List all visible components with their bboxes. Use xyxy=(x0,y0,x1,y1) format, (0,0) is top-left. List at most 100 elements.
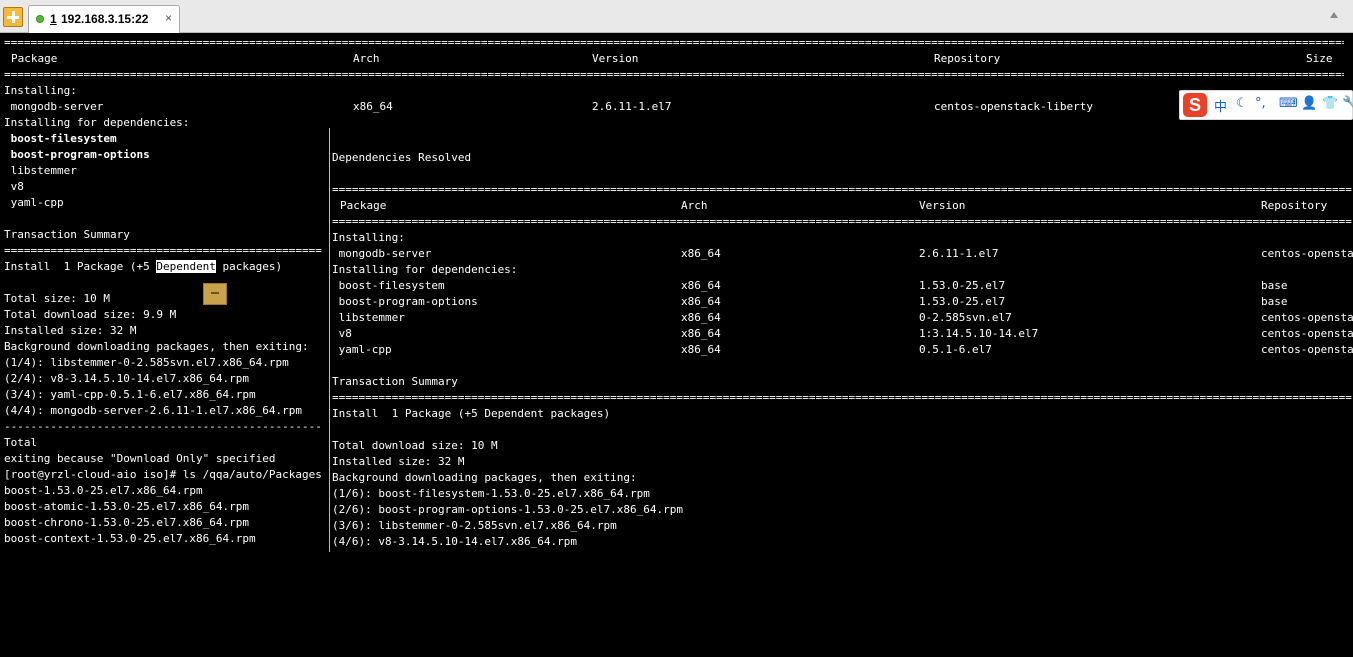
header-repository: Repository xyxy=(934,52,1001,65)
rule-line: ========================================… xyxy=(4,68,1344,81)
terminal-line: boost-1.53.0-25.el7.x86_64.rpm xyxy=(4,484,203,497)
terminal-line: (1/6): boost-filesystem-1.53.0-25.el7.x8… xyxy=(332,487,650,500)
rule-line: ========================================… xyxy=(332,391,1352,404)
terminal-line: libstemmer xyxy=(4,164,77,177)
header-arch: Arch xyxy=(353,52,380,65)
dependencies-resolved: Dependencies Resolved xyxy=(332,151,472,164)
install-summary-line: Install 1 Package (+5 Dependent packages… xyxy=(332,407,611,420)
terminal-line: Total size: 10 M xyxy=(4,292,110,305)
main-package-arch: x86_64 xyxy=(353,100,393,113)
terminal-line: Background downloading packages, then ex… xyxy=(4,340,309,353)
session-tab[interactable]: 1 192.168.3.15:22 × xyxy=(28,5,180,33)
selection-highlight: Dependent xyxy=(156,260,216,273)
rule-line: ========================================… xyxy=(4,244,322,257)
header-arch: Arch xyxy=(681,199,708,212)
terminal-line: boost-filesystem xyxy=(4,132,117,145)
package-repo: centos-openstac xyxy=(1261,327,1353,340)
rule-line: ========================================… xyxy=(332,215,1352,228)
installing-label: Installing: xyxy=(4,84,77,97)
package-version: 0-2.585svn.el7 xyxy=(919,311,1012,324)
installing-label: Installing: xyxy=(332,231,405,244)
header-package: Package xyxy=(340,199,387,212)
deps-label: Installing for dependencies: xyxy=(332,263,518,276)
rule-line: ========================================… xyxy=(4,36,1344,49)
package-name: mongodb-server xyxy=(332,247,432,260)
package-version: 1.53.0-25.el7 xyxy=(919,279,1006,292)
package-name: libstemmer xyxy=(332,311,405,324)
keyboard-icon[interactable]: ⌨ xyxy=(1279,96,1298,111)
partial-line: · · · xyxy=(332,128,424,136)
terminal-line: boost-atomic-1.53.0-25.el7.x86_64.rpm xyxy=(4,500,250,513)
install-summary-line: Install 1 Package (+5 Dependent packages… xyxy=(4,260,283,273)
terminal-line: yaml-cpp xyxy=(4,196,64,209)
terminal-line: Installed size: 32 M xyxy=(332,455,465,468)
rule-line: ----------------------------------------… xyxy=(4,420,322,433)
main-package-repo: centos-openstack-liberty xyxy=(934,100,1093,113)
new-session-menu-button[interactable] xyxy=(3,7,23,27)
package-name: boost-filesystem xyxy=(332,279,445,292)
package-version: 0.5.1-6.el7 xyxy=(919,343,992,356)
terminal-line: (4/6): v8-3.14.5.10-14.el7.x86_64.rpm xyxy=(332,535,578,548)
header-version: Version xyxy=(919,199,966,212)
terminal-line: boost-context-1.53.0-25.el7.x86_64.rpm xyxy=(4,532,256,545)
package-name: v8 xyxy=(332,327,352,340)
terminal-line: Total xyxy=(4,436,38,449)
prompt-line: [root@yrzl-cloud-aio iso]# ls /qqa/auto/… xyxy=(4,468,322,481)
package-arch: x86_64 xyxy=(681,295,721,308)
terminal-line: (3/4): yaml-cpp-0.5.1-6.el7.x86_64.rpm xyxy=(4,388,256,401)
tab-title: 192.168.3.15:22 xyxy=(61,12,149,26)
connection-status-icon xyxy=(36,15,44,23)
package-repo: base xyxy=(1261,279,1288,292)
terminal-line: (2/4): v8-3.14.5.10-14.el7.x86_64.rpm xyxy=(4,372,250,385)
punctuation-icon[interactable]: °, xyxy=(1255,96,1266,111)
terminal-overlay-window[interactable]: · · · Dependencies Resolved ============… xyxy=(329,128,1353,552)
package-name: yaml-cpp xyxy=(332,343,392,356)
terminal-line: Total download size: 10 M xyxy=(332,439,498,452)
user-icon[interactable]: 👤 xyxy=(1301,96,1317,111)
package-version: 1.53.0-25.el7 xyxy=(919,295,1006,308)
terminal-line: Installed size: 32 M xyxy=(4,324,137,337)
terminal-line: boost-program-options xyxy=(4,148,150,161)
terminal-line: exiting because "Download Only" specifie… xyxy=(4,452,276,465)
package-repo: centos-openstac xyxy=(1261,311,1353,324)
package-repo: base xyxy=(1261,295,1288,308)
package-arch: x86_64 xyxy=(681,327,721,340)
package-icon xyxy=(203,283,227,305)
package-arch: x86_64 xyxy=(681,279,721,292)
ime-toolbar[interactable]: S 中 ☾ °, ⌨ 👤 👕 🔧 xyxy=(1179,90,1353,120)
transaction-summary: Transaction Summary xyxy=(332,375,458,388)
tab-bar: 1 192.168.3.15:22 × xyxy=(0,0,1353,33)
terminal-line: (2/6): boost-program-options-1.53.0-25.e… xyxy=(332,503,683,516)
header-version: Version xyxy=(592,52,639,65)
deps-label: Installing for dependencies: xyxy=(4,116,190,129)
terminal-line: v8 xyxy=(4,180,24,193)
main-package-version: 2.6.11-1.el7 xyxy=(592,100,672,113)
header-size: Size xyxy=(1306,52,1333,65)
tab-scroll-up-icon[interactable] xyxy=(1330,12,1338,18)
terminal-line: boost-chrono-1.53.0-25.el7.x86_64.rpm xyxy=(4,516,250,529)
terminal-line: (4/4): mongodb-server-2.6.11-1.el7.x86_6… xyxy=(4,404,303,417)
terminal-line: Transaction Summary xyxy=(4,228,130,241)
tab-number: 1 xyxy=(50,12,57,26)
terminal-line: Total download size: 9.9 M xyxy=(4,308,177,321)
header-package: Package xyxy=(11,52,58,65)
terminal-line: (1/4): libstemmer-0-2.585svn.el7.x86_64.… xyxy=(4,356,289,369)
main-package-name: mongodb-server xyxy=(4,100,104,113)
header-repository: Repository xyxy=(1261,199,1328,212)
rule-line: ========================================… xyxy=(332,183,1352,196)
package-arch: x86_64 xyxy=(681,311,721,324)
package-name: boost-program-options xyxy=(332,295,478,308)
package-repo: centos-openstac xyxy=(1261,247,1353,260)
half-width-moon-icon[interactable]: ☾ xyxy=(1236,96,1248,111)
tools-icon[interactable]: 🔧 xyxy=(1342,96,1353,111)
skin-shirt-icon[interactable]: 👕 xyxy=(1322,96,1338,111)
package-arch: x86_64 xyxy=(681,247,721,260)
close-tab-icon[interactable]: × xyxy=(165,11,172,25)
terminal-line: Background downloading packages, then ex… xyxy=(332,471,637,484)
sogou-logo-icon[interactable]: S xyxy=(1183,93,1207,117)
package-version: 2.6.11-1.el7 xyxy=(919,247,999,260)
terminal-line: (3/6): libstemmer-0-2.585svn.el7.x86_64.… xyxy=(332,519,617,532)
chinese-mode-icon[interactable]: 中 xyxy=(1214,96,1227,115)
package-repo: centos-openstac xyxy=(1261,343,1353,356)
package-version: 1:3.14.5.10-14.el7 xyxy=(919,327,1039,340)
